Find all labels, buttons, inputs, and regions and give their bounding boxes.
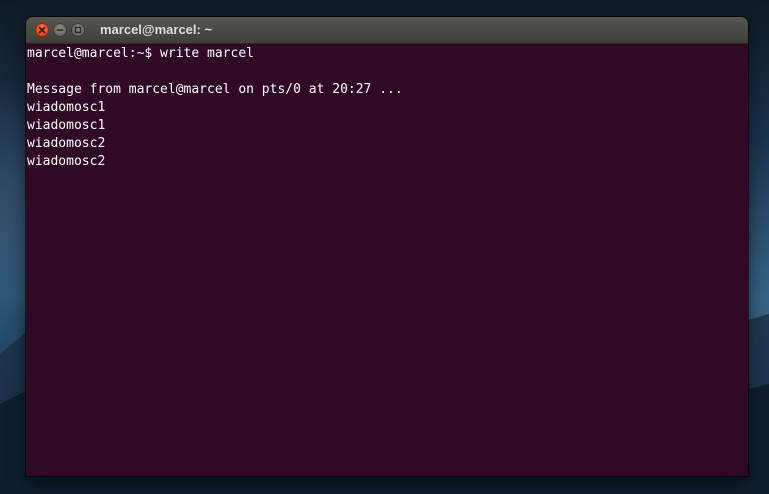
terminal-line: wiadomosc1 [27,118,106,133]
maximize-button[interactable] [71,23,85,37]
close-button[interactable] [35,23,49,37]
window-title: marcel@marcel: ~ [100,22,213,37]
window-controls [35,23,85,37]
minimize-button[interactable] [53,23,67,37]
minimize-icon [56,29,64,31]
terminal-line: wiadomosc2 [27,136,106,151]
window-titlebar[interactable]: marcel@marcel: ~ [26,17,748,44]
terminal-line: marcel@marcel:~$ write marcel [27,46,254,61]
terminal-output[interactable]: marcel@marcel:~$ write marcel Message fr… [26,44,748,476]
terminal-line: Message from marcel@marcel on pts/0 at 2… [27,82,403,97]
close-icon [38,26,46,34]
terminal-line: wiadomosc2 [27,154,106,169]
terminal-window: marcel@marcel: ~ marcel@marcel:~$ write … [26,17,748,476]
terminal-line: wiadomosc1 [27,100,106,115]
maximize-icon [74,26,82,34]
